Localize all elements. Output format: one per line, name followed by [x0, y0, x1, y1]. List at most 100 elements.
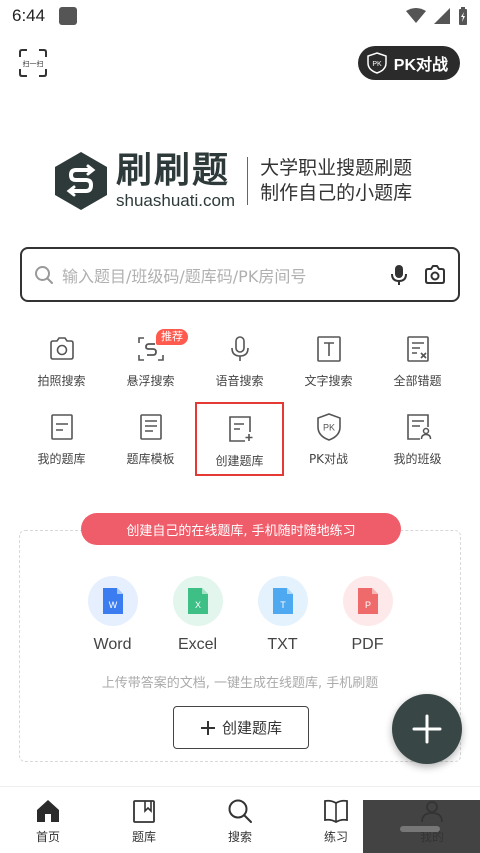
create-bank-button-label: 创建题库 — [221, 719, 282, 737]
pdf-letter: P — [364, 600, 370, 610]
logo-mark-icon — [55, 152, 107, 210]
format-txt[interactable]: T TXT — [240, 576, 325, 654]
tool-voice-search[interactable]: 语音搜索 — [195, 328, 284, 406]
slogan-line-2: 制作自己的小题库 — [260, 182, 413, 204]
nav-search[interactable]: 搜索 — [192, 787, 288, 853]
scan-button[interactable]: 扫一扫 — [18, 48, 48, 78]
status-indicators — [406, 7, 468, 25]
nav-label: 首页 — [35, 830, 60, 844]
tool-label: 题库模板 — [126, 452, 175, 466]
logo-divider — [247, 157, 249, 205]
wifi-icon — [406, 8, 426, 23]
add-fab-button[interactable] — [392, 694, 462, 764]
format-excel[interactable]: X Excel — [155, 576, 240, 654]
excel-circle: X — [172, 576, 223, 626]
tool-my-class[interactable]: 我的班级 — [373, 406, 462, 484]
practice-icon — [324, 799, 348, 824]
pk-shield-text: PK — [322, 423, 334, 433]
tool-create-bank[interactable]: 创建题库 — [195, 402, 284, 476]
nav-label: 题库 — [131, 830, 156, 844]
tools-row-1: 拍照搜索 推荐 悬浮搜索 语音搜索 文字搜索 全部错题 — [17, 328, 463, 406]
tools-grid: 拍照搜索 推荐 悬浮搜索 语音搜索 文字搜索 全部错题 我的题库 题库模板 创建… — [17, 328, 463, 484]
create-description: 上传带答案的文档, 一键生成在线题库, 手机刷题 — [101, 676, 379, 691]
my-bank-icon — [50, 414, 73, 440]
tool-label: 创建题库 — [215, 454, 264, 468]
word-letter: W — [108, 600, 117, 610]
nav-bank[interactable]: 题库 — [96, 787, 192, 853]
tool-wrong-questions[interactable]: 全部错题 — [373, 328, 462, 406]
txt-letter: T — [280, 600, 286, 610]
tool-photo-search[interactable]: 拍照搜索 — [17, 328, 106, 406]
plus-icon — [412, 714, 442, 744]
tool-label: 悬浮搜索 — [126, 374, 175, 388]
txt-file-icon: T — [272, 588, 293, 614]
tool-pk-battle[interactable]: PK PK对战 — [284, 406, 373, 484]
tool-label: 全部错题 — [393, 374, 442, 388]
pk-badge-text: PK — [372, 61, 382, 68]
search-icon — [228, 799, 252, 823]
create-bank-icon — [228, 416, 252, 442]
tool-label: 文字搜索 — [304, 374, 353, 388]
status-bar: 6:44 — [0, 0, 480, 32]
camera-search-icon[interactable] — [424, 264, 446, 285]
brand-name: 刷刷题 — [116, 150, 231, 191]
slogan-line-1: 大学职业搜题刷题 — [260, 157, 413, 179]
format-pdf[interactable]: P PDF — [325, 576, 410, 654]
home-icon — [37, 800, 59, 822]
search-input[interactable]: 输入题目/班级码/题库码/PK房间号 — [62, 263, 390, 287]
nav-label: 练习 — [323, 830, 348, 844]
excel-file-icon: X — [187, 588, 208, 614]
nav-label: 搜索 — [227, 830, 252, 844]
recommend-badge: 推荐 — [156, 329, 188, 345]
app-notification-icon — [59, 7, 78, 25]
nav-home[interactable]: 首页 — [0, 787, 96, 853]
tool-float-search[interactable]: 推荐 悬浮搜索 — [106, 328, 195, 406]
excel-letter: X — [194, 600, 200, 610]
create-banner: 创建自己的在线题库, 手机随时随地练习 — [81, 513, 401, 545]
tool-label: 我的班级 — [393, 452, 442, 466]
tool-label: 我的题库 — [37, 452, 86, 466]
app-logo: 刷刷题 shuashuati.com 大学职业搜题刷题 制作自己的小题库 — [52, 146, 432, 216]
pdf-file-icon: P — [357, 588, 378, 614]
template-icon — [139, 414, 162, 440]
pk-battle-button[interactable]: PK PK对战 — [357, 46, 460, 80]
format-label: Word — [93, 636, 132, 653]
voice-search-icon[interactable] — [390, 264, 408, 286]
book-icon — [133, 800, 155, 823]
search-bar[interactable]: 输入题目/班级码/题库码/PK房间号 — [20, 247, 460, 302]
word-file-icon: W — [102, 588, 123, 614]
create-bank-button[interactable]: 创建题库 — [173, 706, 309, 749]
camera-icon — [49, 337, 74, 360]
pk-battle-label: PK对战 — [393, 57, 448, 74]
status-time: 6:44 — [12, 6, 46, 25]
pk-shield-icon: PK — [367, 52, 387, 74]
battery-icon — [459, 7, 467, 25]
pdf-circle: P — [342, 576, 393, 626]
search-icon — [35, 265, 53, 284]
scan-icon: 扫一扫 — [19, 49, 47, 77]
logo-slogan: 大学职业搜题刷题 制作自己的小题库 — [260, 156, 412, 206]
microphone-icon — [230, 336, 249, 361]
plus-icon — [200, 720, 215, 735]
tool-label: 语音搜索 — [215, 374, 264, 388]
tools-row-2: 我的题库 题库模板 创建题库 PK PK对战 我的班级 — [17, 402, 463, 484]
text-icon — [316, 336, 341, 362]
format-list: W Word X Excel T TXT P PDF — [70, 576, 410, 654]
format-label: TXT — [267, 636, 298, 653]
format-word[interactable]: W Word — [70, 576, 155, 654]
tool-bank-template[interactable]: 题库模板 — [106, 406, 195, 484]
word-circle: W — [87, 576, 138, 626]
txt-circle: T — [257, 576, 308, 626]
tool-my-bank[interactable]: 我的题库 — [17, 406, 106, 484]
tool-label: PK对战 — [308, 452, 349, 466]
signal-icon — [434, 8, 450, 24]
tool-text-search[interactable]: 文字搜索 — [284, 328, 373, 406]
tool-label: 拍照搜索 — [37, 374, 86, 388]
brand-domain: shuashuati.com — [116, 191, 236, 210]
format-label: Excel — [177, 636, 218, 653]
pk-shield-icon: PK — [316, 413, 341, 441]
nav-overlay-mark — [400, 826, 440, 832]
format-label: PDF — [351, 636, 384, 653]
scan-label: 扫一扫 — [23, 59, 44, 68]
wrong-list-icon — [406, 336, 429, 362]
